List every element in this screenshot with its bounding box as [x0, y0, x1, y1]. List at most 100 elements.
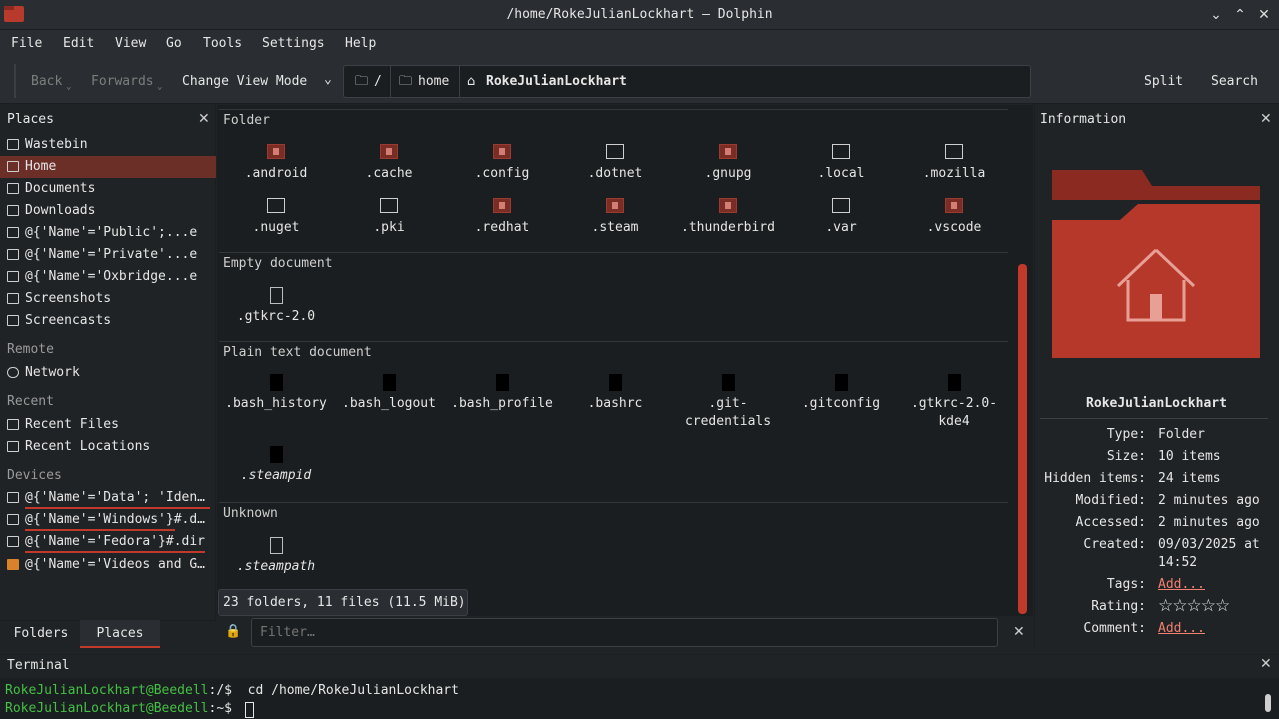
file-item[interactable]: .steampath [221, 537, 331, 576]
place-documents[interactable]: Documents [0, 178, 216, 200]
folder-item[interactable]: .gnupg [673, 144, 783, 183]
window-title: /home/RokeJulianLockhart — Dolphin [506, 7, 773, 22]
star-icon[interactable]: ☆ [1172, 596, 1187, 616]
file-item[interactable]: .bash_profile [447, 374, 557, 413]
place-private[interactable]: @{'Name'='Private'...e [0, 244, 216, 266]
file-item[interactable]: .git- credentials [673, 374, 783, 431]
file-item[interactable]: .gtkrc-2.0 [221, 287, 331, 326]
rating-stars[interactable]: ☆☆☆☆☆ [1158, 596, 1230, 616]
file-name: .nuget [252, 220, 300, 235]
star-icon[interactable]: ☆ [1187, 596, 1202, 616]
empty-document-icon [269, 287, 283, 304]
place-downloads[interactable]: Downloads [0, 200, 216, 222]
back-button[interactable]: Back [31, 74, 62, 89]
menu-view[interactable]: View [115, 36, 146, 51]
file-item[interactable]: .bashrc [560, 374, 670, 413]
terminal-line: RokeJulianLockhart@Beedell:/$ cd /home/R… [5, 683, 459, 698]
place-home[interactable]: Home [0, 156, 216, 178]
device-data[interactable]: @{'Name'='Data'; 'Iden… [0, 487, 216, 509]
forwards-dropdown-icon[interactable]: ⌄ [157, 82, 162, 92]
home-folder-preview-icon [1052, 170, 1260, 358]
maximize-icon[interactable]: ⌃ [1231, 6, 1249, 24]
folder-item[interactable]: .nuget [221, 198, 331, 237]
menu-tools[interactable]: Tools [203, 36, 242, 51]
file-item[interactable]: .bash_logout [334, 374, 444, 413]
device-videos[interactable]: @{'Name'='Videos and G… [0, 554, 216, 576]
star-icon[interactable]: ☆ [1201, 596, 1216, 616]
close-panel-icon[interactable]: ✕ [1260, 111, 1272, 127]
file-item[interactable]: .steampid [221, 446, 331, 485]
place-screencasts[interactable]: Screencasts [0, 310, 216, 332]
folder-item[interactable]: .redhat [447, 198, 557, 237]
place-network[interactable]: Network [0, 362, 216, 384]
star-icon[interactable]: ☆ [1215, 596, 1230, 616]
add-comment-link[interactable]: Add... [1158, 621, 1205, 636]
folder-item[interactable]: .config [447, 144, 557, 183]
folder-item[interactable]: .var [786, 198, 896, 237]
add-tags-link[interactable]: Add... [1158, 577, 1205, 592]
menu-edit[interactable]: Edit [63, 36, 94, 51]
lock-icon[interactable]: 🔒 [225, 624, 241, 639]
close-terminal-icon[interactable]: ✕ [1260, 656, 1272, 672]
star-icon[interactable]: ☆ [1158, 596, 1173, 616]
info-file-name: RokeJulianLockhart [1086, 396, 1227, 411]
change-view-mode-button[interactable]: Change View Mode [182, 74, 307, 89]
device-fedora[interactable]: @{'Name'='Fedora'}#.dir [0, 531, 216, 553]
file-item[interactable]: .bash_history [221, 374, 331, 413]
menu-help[interactable]: Help [345, 36, 376, 51]
places-title: Places [7, 112, 54, 127]
group-header-unknown: Unknown [223, 506, 278, 521]
info-label: Type: [1106, 427, 1146, 442]
place-wastebin[interactable]: Wastebin [0, 134, 216, 156]
place-screenshots[interactable]: Screenshots [0, 288, 216, 310]
folder-item[interactable]: .vscode [899, 198, 1009, 237]
breadcrumb-root[interactable]: / [374, 66, 382, 97]
menu-file[interactable]: File [11, 36, 42, 51]
place-recent-locations[interactable]: Recent Locations [0, 436, 216, 458]
folder-icon [7, 227, 19, 238]
folder-item[interactable]: .steam [560, 198, 670, 237]
minimize-icon[interactable]: ⌄ [1207, 6, 1225, 24]
file-item[interactable]: .gtkrc-2.0- kde4 [899, 374, 1009, 431]
filter-input[interactable] [251, 618, 998, 647]
close-window-icon[interactable]: ✕ [1255, 6, 1273, 24]
chevron-down-icon[interactable]: ⌄ [324, 72, 332, 87]
folder-item[interactable]: .thunderbird [673, 198, 783, 237]
folder-item[interactable]: .dotnet [560, 144, 670, 183]
unknown-file-icon [269, 537, 283, 554]
file-name: .var [825, 220, 857, 235]
breadcrumb-current[interactable]: RokeJulianLockhart [486, 66, 627, 97]
folder-item[interactable]: .mozilla [899, 144, 1009, 183]
folder-icon [606, 198, 624, 213]
close-panel-icon[interactable]: ✕ [198, 111, 210, 127]
file-name: .steam [591, 220, 639, 235]
split-button[interactable]: Split [1144, 74, 1183, 89]
place-label: Recent Locations [25, 439, 151, 454]
file-name: .android [244, 166, 308, 181]
place-oxbridge[interactable]: @{'Name'='Oxbridge...e [0, 266, 216, 288]
search-button[interactable]: Search [1211, 74, 1258, 89]
terminal-scrollbar[interactable] [1265, 694, 1271, 712]
vertical-scrollbar[interactable] [1018, 264, 1027, 614]
place-label: Recent Files [25, 417, 119, 432]
place-public[interactable]: @{'Name'='Public';...e [0, 222, 216, 244]
close-filter-icon[interactable]: ✕ [1013, 624, 1025, 640]
breadcrumb-home[interactable]: home [418, 66, 449, 97]
place-recent-files[interactable]: Recent Files [0, 414, 216, 436]
tab-places[interactable]: Places [80, 620, 160, 648]
device-windows[interactable]: @{'Name'='Windows'}#.d… [0, 509, 216, 531]
folder-icon [380, 198, 398, 213]
menu-settings[interactable]: Settings [262, 36, 325, 51]
folder-item[interactable]: .local [786, 144, 896, 183]
back-dropdown-icon[interactable]: ⌄ [66, 82, 71, 92]
folder-item[interactable]: .cache [334, 144, 444, 183]
tab-folders[interactable]: Folders [2, 620, 80, 648]
file-name: .redhat [474, 220, 530, 235]
forwards-button[interactable]: Forwards [91, 74, 154, 89]
menu-go[interactable]: Go [166, 36, 182, 51]
info-label: Accessed: [1075, 515, 1146, 530]
file-name: .gtkrc-2.0 [236, 309, 316, 324]
folder-item[interactable]: .android [221, 144, 331, 183]
folder-item[interactable]: .pki [334, 198, 444, 237]
file-item[interactable]: .gitconfig [786, 374, 896, 413]
